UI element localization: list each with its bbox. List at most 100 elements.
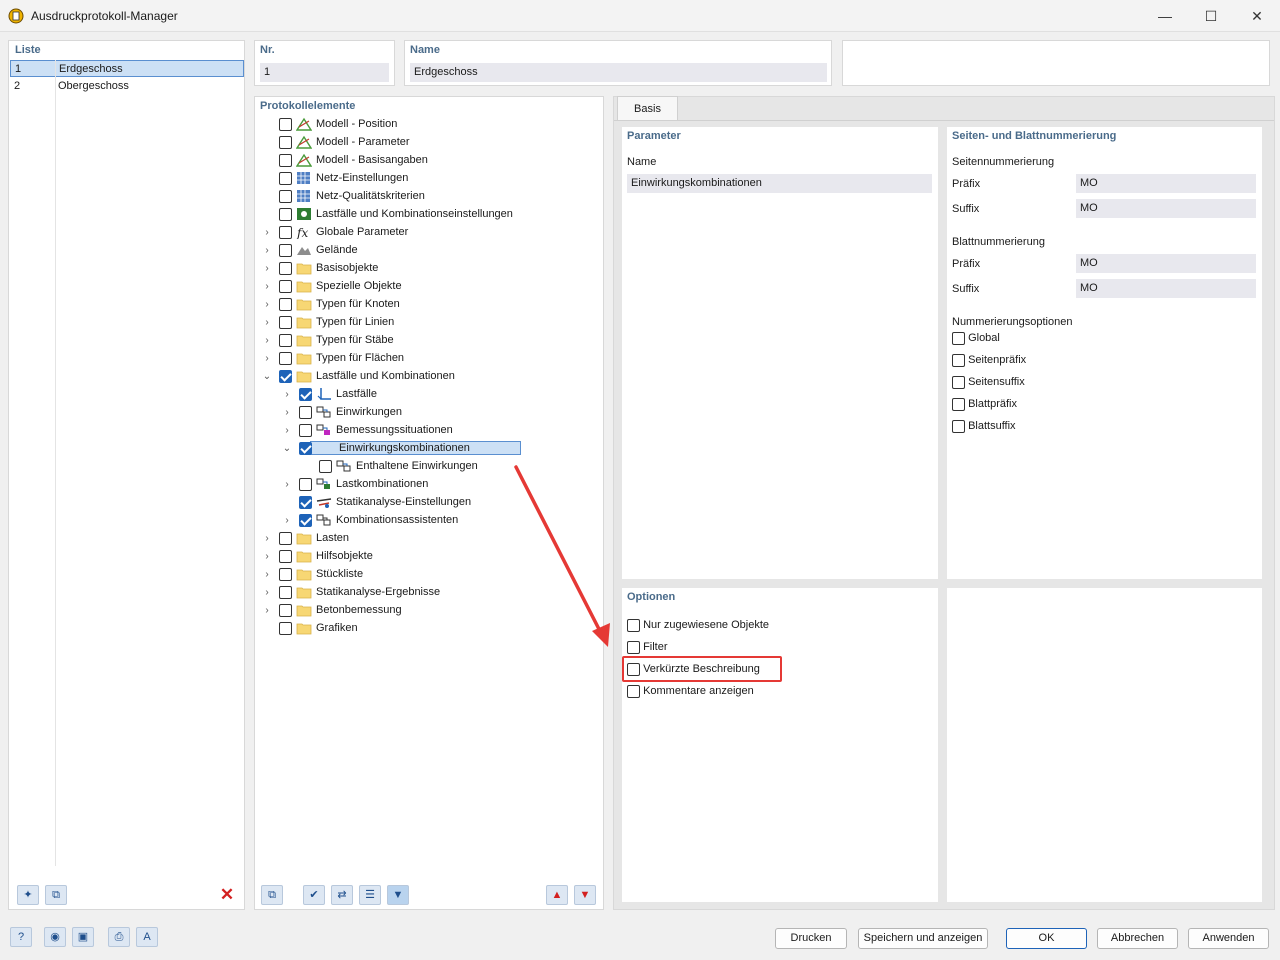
- nr-field[interactable]: 1: [260, 63, 389, 82]
- option-sheet-suffix[interactable]: Blattsuffix: [952, 415, 1026, 437]
- sheet-prefix-field[interactable]: MO: [1076, 254, 1256, 273]
- list-settings-icon[interactable]: ☰: [359, 885, 381, 905]
- tree-item-checkbox[interactable]: [279, 549, 292, 563]
- chevron-right-icon[interactable]: ›: [261, 242, 273, 260]
- tree-item-checkbox[interactable]: [279, 207, 292, 221]
- name-field[interactable]: Erdgeschoss: [410, 63, 827, 82]
- tree-item[interactable]: › Stückliste: [261, 565, 363, 583]
- maximize-button[interactable]: ☐: [1188, 0, 1234, 32]
- tree-item[interactable]: › fx Globale Parameter: [261, 223, 408, 241]
- chevron-down-icon[interactable]: ⌄: [261, 368, 273, 386]
- tree-item-checkbox[interactable]: [299, 423, 312, 437]
- close-window-button[interactable]: ✕: [1234, 0, 1280, 32]
- tree-item-checkbox[interactable]: [279, 585, 292, 599]
- move-up-icon[interactable]: ▲: [546, 885, 568, 905]
- tree-item-checkbox[interactable]: [299, 387, 312, 401]
- tree-item[interactable]: Modell - Parameter: [261, 133, 410, 151]
- tree-item[interactable]: › Basisobjekte: [261, 259, 378, 277]
- tree-item[interactable]: Lastfälle und Kombinationseinstellungen: [261, 205, 513, 223]
- toggle-check-icon[interactable]: ⇄: [331, 885, 353, 905]
- tree-item-checkbox[interactable]: [279, 567, 292, 581]
- tree-item[interactable]: › Betonbemessung: [261, 601, 402, 619]
- chevron-down-icon[interactable]: ⌄: [281, 440, 293, 458]
- chevron-right-icon[interactable]: ›: [261, 602, 273, 620]
- chevron-right-icon[interactable]: ›: [261, 548, 273, 566]
- chevron-right-icon[interactable]: ›: [281, 422, 293, 440]
- tree-item-checkbox[interactable]: [279, 603, 292, 617]
- delete-icon[interactable]: ✕: [216, 885, 238, 905]
- new-item-icon[interactable]: ✦: [17, 885, 39, 905]
- tree-item[interactable]: Modell - Position: [261, 115, 397, 133]
- chevron-right-icon[interactable]: ›: [261, 278, 273, 296]
- checkbox[interactable]: [952, 353, 965, 367]
- apply-button[interactable]: Anwenden: [1188, 928, 1269, 949]
- chevron-right-icon[interactable]: ›: [261, 314, 273, 332]
- tree-item[interactable]: › Lastkombinationen: [281, 475, 428, 493]
- option-show-comments[interactable]: Kommentare anzeigen: [627, 680, 769, 702]
- save-template-icon[interactable]: ▣: [72, 927, 94, 947]
- checkbox[interactable]: [952, 419, 965, 433]
- chevron-right-icon[interactable]: ›: [261, 584, 273, 602]
- tree-item[interactable]: › Hilfsobjekte: [261, 547, 373, 565]
- tree-item-checkbox[interactable]: [279, 621, 292, 635]
- tree-item[interactable]: Netz-Qualitätskriterien: [261, 187, 425, 205]
- tree-item[interactable]: ⌄ Einwirkungskombinationen: [281, 439, 521, 457]
- check-all-icon[interactable]: ✔: [303, 885, 325, 905]
- tree-item[interactable]: › Spezielle Objekte: [261, 277, 402, 295]
- tree-item-checkbox[interactable]: [279, 279, 292, 293]
- chevron-right-icon[interactable]: ›: [281, 512, 293, 530]
- minimize-button[interactable]: —: [1142, 0, 1188, 32]
- option-page-suffix[interactable]: Seitensuffix: [952, 371, 1026, 393]
- tree-item-checkbox[interactable]: [279, 225, 292, 239]
- tree-item-checkbox[interactable]: [279, 369, 292, 383]
- tree-item[interactable]: Netz-Einstellungen: [261, 169, 408, 187]
- tree-item-checkbox[interactable]: [279, 261, 292, 275]
- units-icon[interactable]: ◉: [44, 927, 66, 947]
- tree-item-checkbox[interactable]: [279, 153, 292, 167]
- tree-item[interactable]: › Statikanalyse-Ergebnisse: [261, 583, 440, 601]
- tree-item-checkbox[interactable]: [279, 117, 292, 131]
- option-sheet-prefix[interactable]: Blattpräfix: [952, 393, 1026, 415]
- checkbox[interactable]: [952, 375, 965, 389]
- checkbox[interactable]: [952, 397, 965, 411]
- tree-item[interactable]: › Typen für Linien: [261, 313, 394, 331]
- cancel-button[interactable]: Abbrechen: [1097, 928, 1178, 949]
- tree-item-checkbox[interactable]: [319, 459, 332, 473]
- tree-item[interactable]: › Typen für Stäbe: [261, 331, 394, 349]
- tree-item-checkbox[interactable]: [299, 405, 312, 419]
- tree-item-checkbox[interactable]: [279, 351, 292, 365]
- chevron-right-icon[interactable]: ›: [261, 296, 273, 314]
- chevron-right-icon[interactable]: ›: [281, 404, 293, 422]
- copy-item-icon[interactable]: ⧉: [45, 885, 67, 905]
- tree-item-checkbox[interactable]: [279, 315, 292, 329]
- filter-icon[interactable]: ▼: [387, 885, 409, 905]
- chevron-right-icon[interactable]: ›: [261, 566, 273, 584]
- chevron-right-icon[interactable]: ›: [261, 332, 273, 350]
- ok-button[interactable]: OK: [1006, 928, 1087, 949]
- option-global[interactable]: Global: [952, 327, 1026, 349]
- page-prefix-field[interactable]: MO: [1076, 174, 1256, 193]
- move-down-icon[interactable]: ▼: [574, 885, 596, 905]
- sheet-suffix-field[interactable]: MO: [1076, 279, 1256, 298]
- tree-item-checkbox[interactable]: [279, 171, 292, 185]
- tree-item[interactable]: › Kombinationsassistenten: [281, 511, 458, 529]
- tree-item-checkbox[interactable]: [279, 189, 292, 203]
- tree-item[interactable]: › Einwirkungen: [281, 403, 402, 421]
- chevron-right-icon[interactable]: ›: [281, 386, 293, 404]
- option-page-prefix[interactable]: Seitenpräfix: [952, 349, 1026, 371]
- print-setup-icon[interactable]: ⎙: [108, 927, 130, 947]
- checkbox[interactable]: [627, 618, 640, 632]
- chevron-right-icon[interactable]: ›: [261, 260, 273, 278]
- page-suffix-field[interactable]: MO: [1076, 199, 1256, 218]
- copy-tree-icon[interactable]: ⧉: [261, 885, 283, 905]
- tree-item-checkbox[interactable]: [299, 495, 312, 509]
- tree-item-checkbox[interactable]: [279, 333, 292, 347]
- tree-item-checkbox[interactable]: [279, 531, 292, 545]
- tree-item[interactable]: › Lasten: [261, 529, 349, 547]
- checkbox[interactable]: [627, 640, 640, 654]
- tree-item[interactable]: Grafiken: [261, 619, 358, 637]
- tree-item[interactable]: › Typen für Knoten: [261, 295, 400, 313]
- tree-item-checkbox[interactable]: [299, 477, 312, 491]
- help-icon[interactable]: ?: [10, 927, 32, 947]
- tab-basis[interactable]: Basis: [617, 96, 678, 120]
